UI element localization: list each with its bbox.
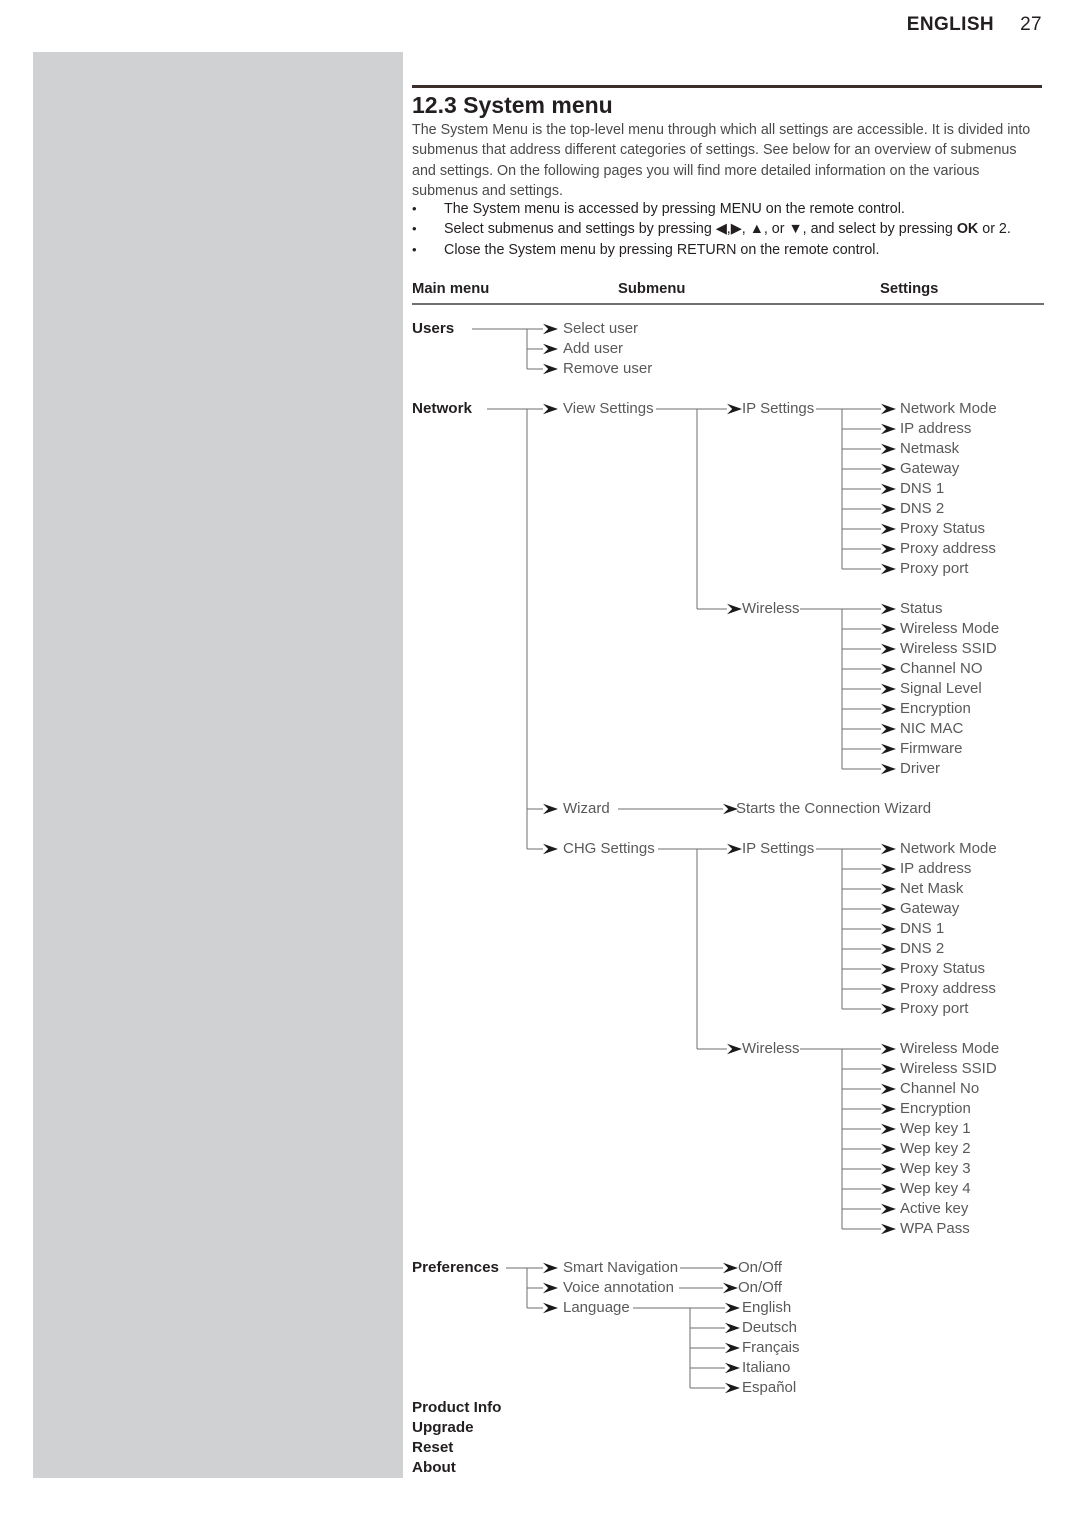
- tree-node-voice-annotation: Voice annotation: [563, 1279, 674, 1296]
- tree-node-reset: Reset: [412, 1439, 454, 1456]
- tree-node-users-child-3: Remove user: [563, 360, 653, 377]
- tree-node-view-wireless-leaf-7: NIC MAC: [900, 720, 964, 737]
- tree-node-smart-navigation-value: On/Off: [738, 1259, 782, 1276]
- tree-node-smart-navigation: Smart Navigation: [563, 1259, 679, 1276]
- tree-node-view-wireless-leaf-1: Status: [900, 600, 943, 617]
- tree-node-view-wireless-leaf-6: Encryption: [900, 700, 971, 717]
- tree-node-chg-settings: CHG Settings: [563, 840, 655, 857]
- tree-node-preferences: Preferences: [412, 1259, 499, 1276]
- menu-tree-diagram: Users Select user Add user Remove user Netwo…: [0, 0, 1080, 1528]
- tree-node-chg-wireless-leaf-5: Wep key 1: [900, 1120, 971, 1137]
- tree-node-view-ip-settings: IP Settings: [742, 400, 815, 417]
- tree-node-chg-ip-settings: IP Settings: [742, 840, 815, 857]
- tree-node-chg-ip-leaf-7: Proxy Status: [900, 960, 986, 977]
- tree-node-language: Language: [563, 1299, 630, 1316]
- tree-node-chg-wireless-leaf-7: Wep key 3: [900, 1160, 971, 1177]
- manual-page: ENGLISH 27 12.3 System menu The System M…: [0, 0, 1080, 1528]
- tree-node-view-wireless-leaf-2: Wireless Mode: [900, 620, 1000, 637]
- tree-node-view-ip-leaf-2: IP address: [900, 420, 972, 437]
- tree-node-view-ip-leaf-8: Proxy address: [900, 540, 996, 557]
- tree-node-chg-wireless-leaf-2: Wireless SSID: [900, 1060, 997, 1077]
- tree-node-wizard: Wizard: [563, 800, 610, 817]
- tree-node-language-leaf-3: Français: [742, 1339, 800, 1356]
- tree-node-chg-ip-leaf-1: Network Mode: [900, 840, 997, 857]
- tree-node-voice-annotation-value: On/Off: [738, 1279, 782, 1296]
- tree-node-view-wireless-leaf-4: Channel NO: [900, 660, 983, 677]
- tree-node-chg-wireless-leaf-4: Encryption: [900, 1100, 971, 1117]
- tree-node-network: Network: [412, 400, 472, 417]
- tree-node-view-ip-leaf-7: Proxy Status: [900, 520, 986, 537]
- tree-node-view-wireless-leaf-5: Signal Level: [900, 680, 982, 697]
- tree-node-users-child-2: Add user: [563, 340, 624, 357]
- tree-node-chg-ip-leaf-2: IP address: [900, 860, 972, 877]
- tree-node-chg-wireless-leaf-3: Channel No: [900, 1080, 980, 1097]
- tree-node-chg-ip-leaf-4: Gateway: [900, 900, 960, 917]
- tree-node-view-wireless-leaf-3: Wireless SSID: [900, 640, 997, 657]
- tree-node-view-ip-leaf-4: Gateway: [900, 460, 960, 477]
- tree-node-chg-wireless-leaf-6: Wep key 2: [900, 1140, 971, 1157]
- tree-node-about: About: [412, 1459, 456, 1476]
- tree-node-chg-wireless-leaf-8: Wep key 4: [900, 1180, 971, 1197]
- tree-node-language-leaf-5: Español: [742, 1379, 797, 1396]
- tree-node-chg-wireless-leaf-1: Wireless Mode: [900, 1040, 1000, 1057]
- tree-node-chg-ip-leaf-3: Net Mask: [900, 880, 964, 897]
- tree-node-product-info: Product Info: [412, 1399, 502, 1416]
- tree-node-chg-ip-leaf-9: Proxy port: [900, 1000, 969, 1017]
- tree-node-view-wireless-leaf-9: Driver: [900, 760, 940, 777]
- tree-node-users: Users: [412, 320, 455, 337]
- tree-node-language-leaf-1: English: [742, 1299, 792, 1316]
- tree-node-view-settings: View Settings: [563, 400, 654, 417]
- tree-node-view-ip-leaf-9: Proxy port: [900, 560, 969, 577]
- tree-node-chg-ip-leaf-6: DNS 2: [900, 940, 945, 957]
- tree-node-view-ip-leaf-3: Netmask: [900, 440, 960, 457]
- tree-node-chg-ip-leaf-8: Proxy address: [900, 980, 996, 997]
- tree-node-view-ip-leaf-6: DNS 2: [900, 500, 945, 517]
- tree-node-view-ip-leaf-5: DNS 1: [900, 480, 945, 497]
- tree-node-view-wireless-leaf-8: Firmware: [900, 740, 963, 757]
- tree-node-chg-wireless-leaf-9: Active key: [900, 1200, 969, 1217]
- tree-node-chg-wireless: Wireless: [742, 1040, 800, 1057]
- tree-node-wizard-result: Starts the Connection Wizard: [736, 800, 932, 817]
- tree-node-view-ip-leaf-1: Network Mode: [900, 400, 997, 417]
- tree-node-language-leaf-4: Italiano: [742, 1359, 791, 1376]
- tree-node-users-child-1: Select user: [563, 320, 639, 337]
- tree-node-chg-ip-leaf-5: DNS 1: [900, 920, 945, 937]
- tree-node-upgrade: Upgrade: [412, 1419, 474, 1436]
- tree-node-language-leaf-2: Deutsch: [742, 1319, 798, 1336]
- tree-node-view-wireless: Wireless: [742, 600, 800, 617]
- tree-node-chg-wireless-leaf-10: WPA Pass: [900, 1220, 970, 1237]
